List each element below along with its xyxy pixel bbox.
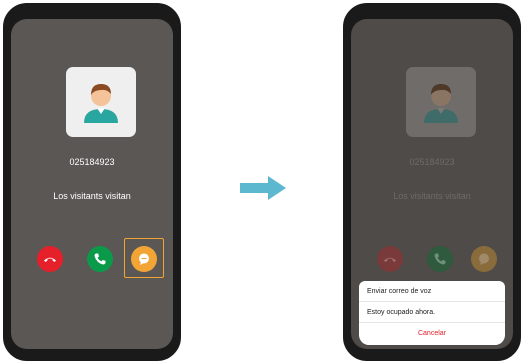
- arrow-right-icon: [240, 176, 286, 200]
- accept-call-button[interactable]: [87, 246, 113, 272]
- phone-icon: [434, 253, 446, 265]
- reply-message-button-dimmed: [471, 246, 497, 272]
- transition-arrow: [240, 175, 288, 206]
- message-icon: [479, 253, 489, 265]
- message-button-highlight: [124, 238, 164, 278]
- phone-incoming-call: 025184923 Los visitants visitan: [3, 3, 181, 361]
- option-voicemail[interactable]: Enviar correo de voz: [359, 281, 505, 302]
- stage: 025184923 Los visitants visitan 02518492…: [0, 0, 522, 364]
- caller-avatar: [66, 67, 136, 137]
- option-busy[interactable]: Estoy ocupado ahora.: [359, 302, 505, 323]
- decline-call-button[interactable]: [37, 246, 63, 272]
- quick-reply-sheet: Enviar correo de voz Estoy ocupado ahora…: [359, 281, 505, 345]
- accept-call-button-dimmed: [427, 246, 453, 272]
- caller-name: Los visitants visitan: [53, 191, 131, 201]
- caller-number-dimmed: 025184923: [409, 157, 455, 167]
- hang-up-icon: [44, 257, 56, 262]
- avatar-icon: [84, 84, 118, 123]
- decline-call-button-dimmed: [377, 246, 403, 272]
- avatar-icon: [424, 84, 458, 123]
- cancel-button[interactable]: Cancelar: [359, 323, 505, 345]
- phone-message-sheet: 025184923 Los visitants visitan Enviar c…: [343, 3, 521, 361]
- incoming-call-screen: 025184923 Los visitants visitan: [11, 19, 173, 349]
- phone-icon: [94, 253, 106, 265]
- hang-up-icon: [384, 257, 396, 262]
- caller-name-dimmed: Los visitants visitan: [393, 191, 471, 201]
- message-sheet-screen: 025184923 Los visitants visitan Enviar c…: [351, 19, 513, 349]
- caller-avatar-dimmed: [406, 67, 476, 137]
- caller-number: 025184923: [69, 157, 115, 167]
